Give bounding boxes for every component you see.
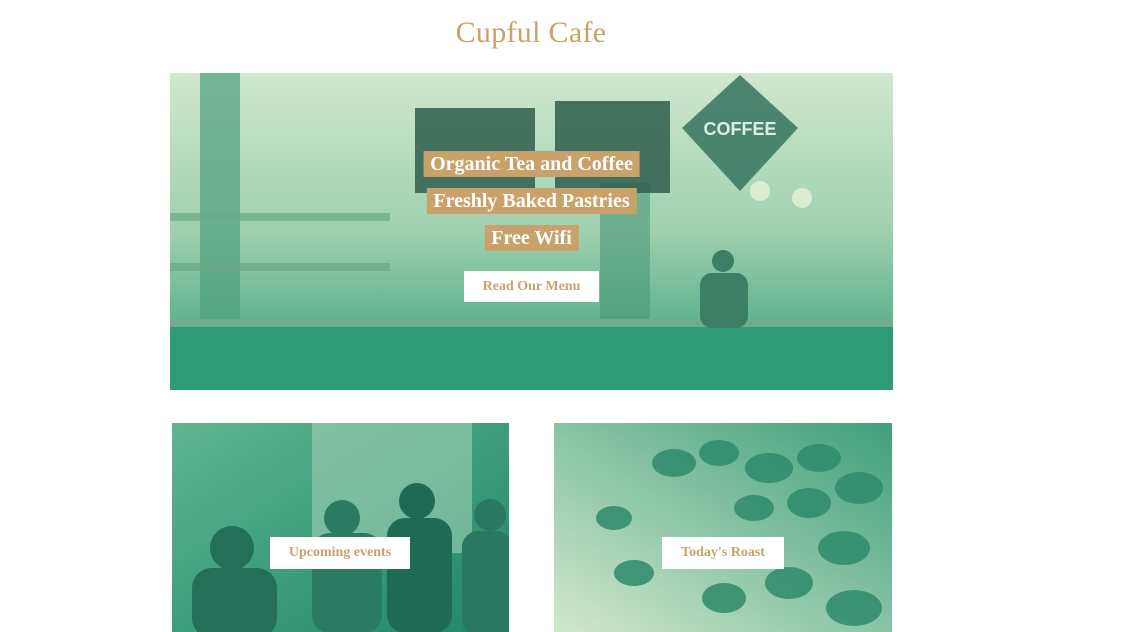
site-title: Cupful Cafe <box>455 16 607 49</box>
coffee-beans-image <box>554 423 892 632</box>
upcoming-events-button[interactable]: Upcoming events <box>270 537 410 569</box>
events-crowd-image <box>172 423 509 632</box>
hero-banner: COFFEE Organic Tea and Coffee Freshly Ba… <box>170 73 893 390</box>
tagline-organic-tea: Organic Tea and Coffee <box>423 151 640 177</box>
card-todays-roast: Today's Roast <box>554 423 892 632</box>
read-menu-button[interactable]: Read Our Menu <box>464 271 599 302</box>
card-upcoming-events: Upcoming events <box>172 423 509 632</box>
coffee-sign-text: COFFEE <box>703 119 776 139</box>
todays-roast-button[interactable]: Today's Roast <box>662 537 784 569</box>
tagline-pastries: Freshly Baked Pastries <box>426 188 637 214</box>
tagline-wifi: Free Wifi <box>484 225 579 251</box>
